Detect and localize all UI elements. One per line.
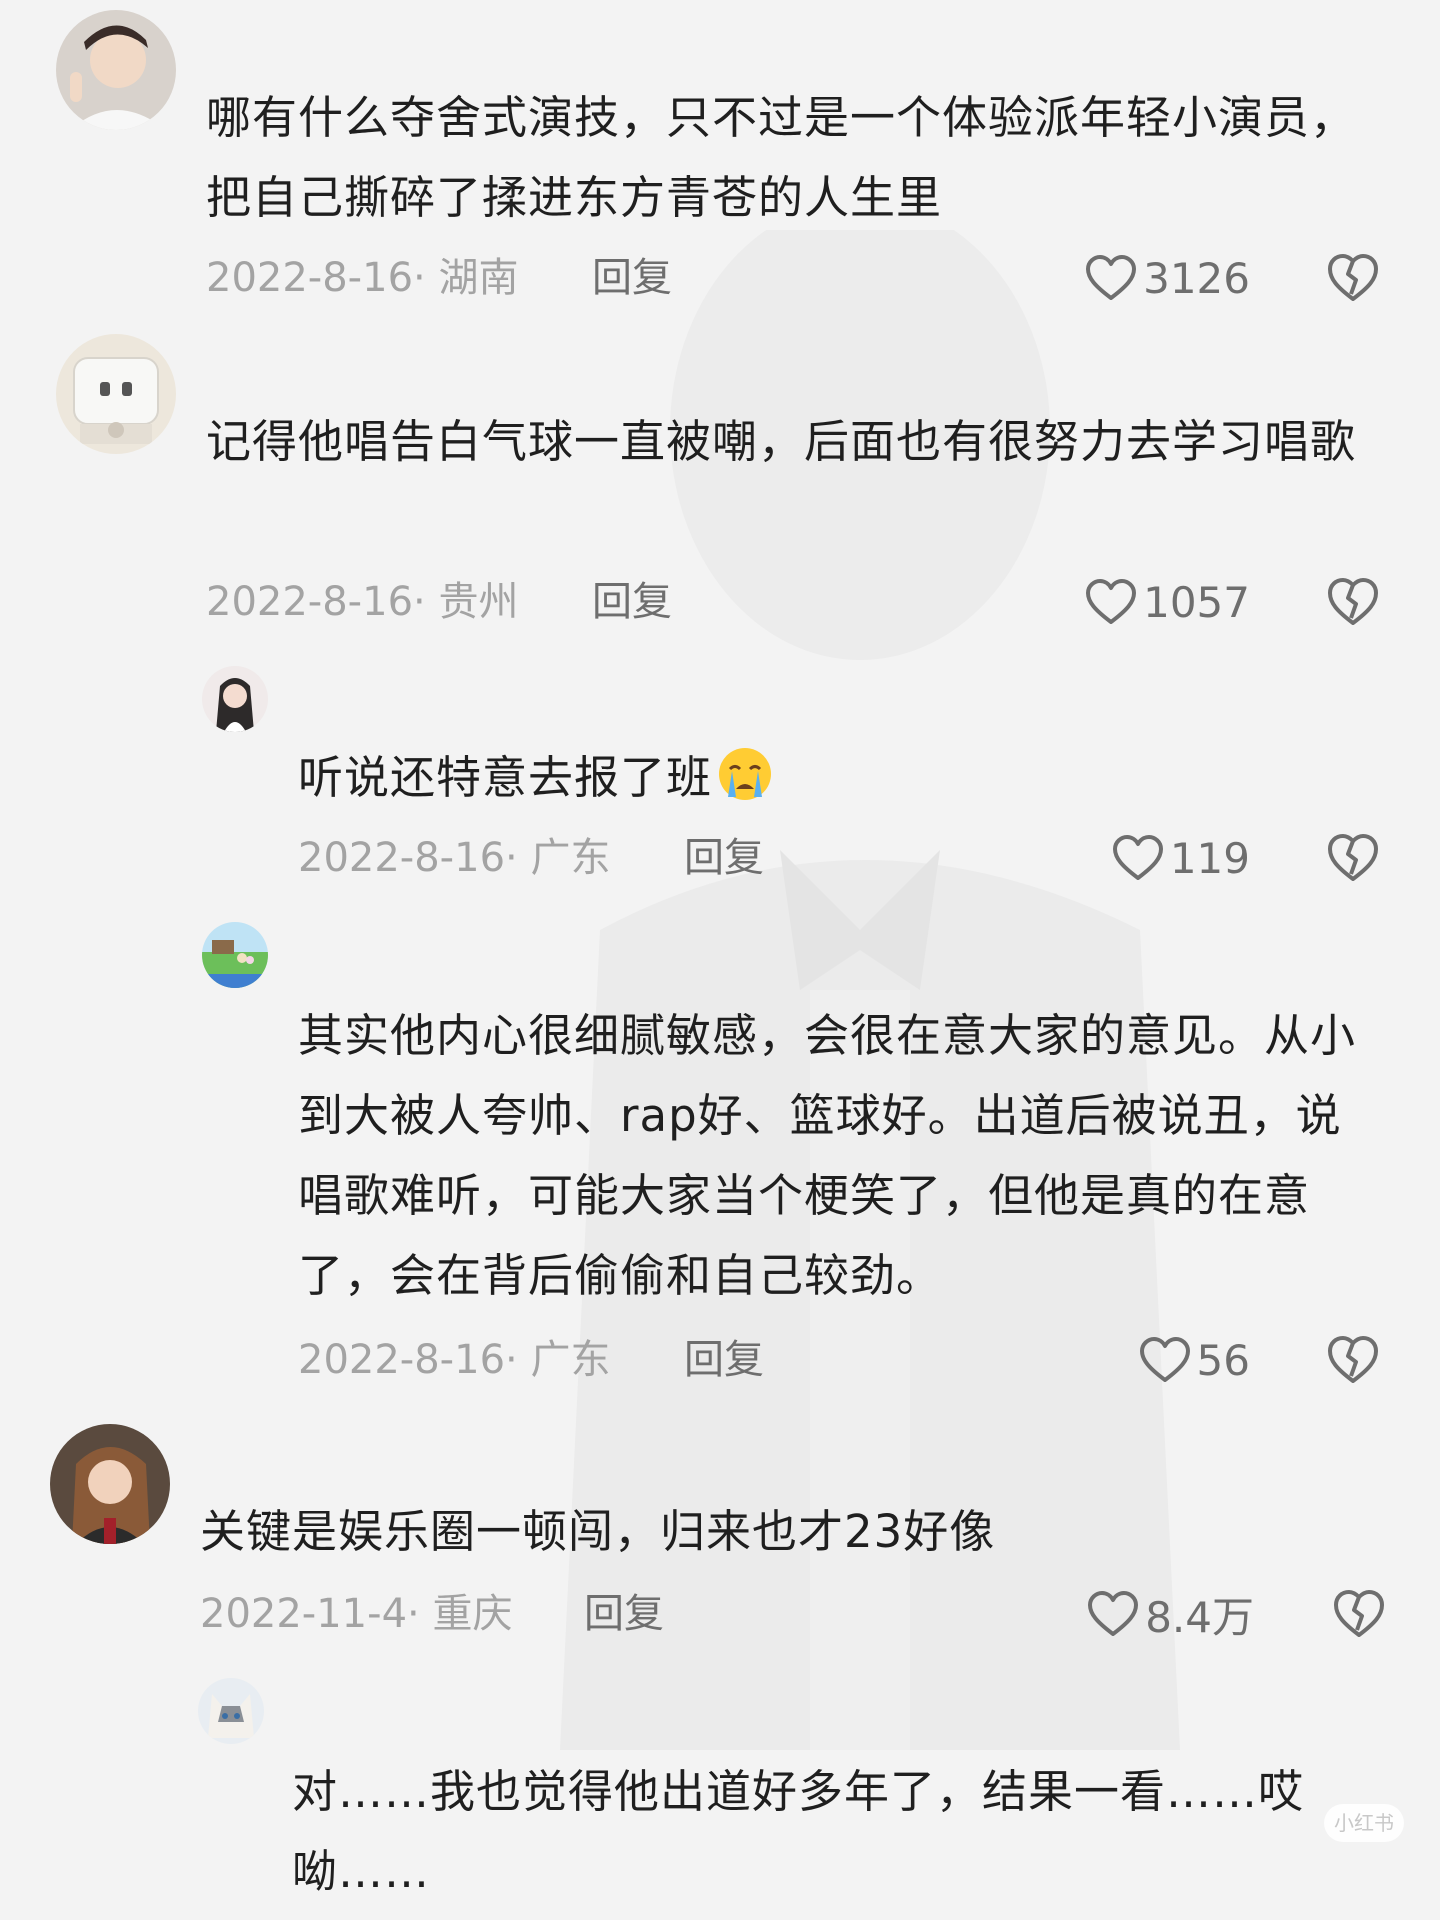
- comment-text: 对……我也觉得他出道好多年了，结果一看……哎呦……: [292, 1765, 1305, 1898]
- broken-heart-icon: [1328, 834, 1378, 881]
- broken-heart-icon: [1334, 1590, 1384, 1637]
- broken-heart-icon: [1328, 1336, 1378, 1383]
- reply-button[interactable]: 回复: [592, 572, 672, 632]
- comment-location: 广东: [530, 1337, 611, 1383]
- reply-button[interactable]: 回复: [584, 1584, 664, 1644]
- like-count: 119: [1169, 833, 1250, 883]
- broken-heart-icon: [1328, 254, 1378, 301]
- like-button[interactable]: 56: [1060, 1330, 1250, 1390]
- avatar[interactable]: [56, 334, 176, 454]
- comment-text: 哪有什么夺舍式演技，只不过是一个体验派年轻小演员，把自己撕碎了揉进东方青苍的人生…: [206, 91, 1357, 224]
- avatar[interactable]: [50, 1424, 170, 1544]
- dislike-button[interactable]: [1326, 250, 1380, 304]
- like-button[interactable]: 1057: [1060, 572, 1250, 632]
- comment-text: 听说还特意去报了班: [298, 738, 1298, 818]
- reply-button[interactable]: 回复: [684, 828, 764, 888]
- comment-location: 广东: [530, 835, 611, 881]
- comment-location: 贵州: [438, 579, 519, 625]
- comment-text: 记得他唱告白气球一直被嘲，后面也有很努力去学习唱歌: [206, 415, 1357, 468]
- comment-date: 2022-8-16: [298, 835, 506, 881]
- like-button[interactable]: 119: [1060, 828, 1250, 888]
- like-count: 8.4万: [1145, 1592, 1254, 1642]
- heart-outline-icon: [1088, 1591, 1139, 1636]
- avatar[interactable]: [198, 1678, 264, 1744]
- heart-outline-icon: [1086, 579, 1137, 624]
- comment-date: 2022-8-16: [206, 255, 414, 301]
- comment-date: 2022-11-4: [200, 1591, 408, 1637]
- comment-date: 2022-8-16: [206, 579, 414, 625]
- avatar[interactable]: [56, 10, 176, 130]
- comment-location: 重庆: [432, 1591, 513, 1637]
- like-count: 56: [1196, 1335, 1250, 1385]
- comment-meta: 2022-8-16· 广东: [298, 835, 611, 881]
- comment-text: 关键是娱乐圈一顿闯，归来也才23好像: [200, 1505, 996, 1558]
- heart-outline-icon: [1112, 835, 1163, 880]
- comment-meta: 2022-8-16· 广东: [298, 1337, 611, 1383]
- comment-meta: 2022-8-16· 贵州: [206, 579, 519, 625]
- crying-face-icon: [719, 748, 772, 800]
- like-button[interactable]: 8.4万: [1040, 1584, 1254, 1644]
- reply-button[interactable]: 回复: [592, 248, 672, 308]
- comment-location: 湖南: [438, 255, 519, 301]
- like-button[interactable]: 3126: [1060, 248, 1250, 308]
- comment-text: 其实他内心很细腻敏感，会很在意大家的意见。从小到大被人夸帅、rap好、篮球好。出…: [298, 1009, 1357, 1302]
- like-count: 1057: [1143, 577, 1250, 627]
- heart-outline-icon: [1139, 1337, 1190, 1382]
- dislike-button[interactable]: [1326, 1332, 1380, 1386]
- comment-meta: 2022-8-16· 湖南: [206, 255, 519, 301]
- comment-date: 2022-8-16: [298, 1337, 506, 1383]
- like-count: 3126: [1143, 253, 1250, 303]
- reply-button[interactable]: 回复: [684, 1330, 764, 1390]
- avatar[interactable]: [202, 922, 268, 988]
- comment-meta: 2022-11-4· 重庆: [200, 1591, 513, 1637]
- dislike-button[interactable]: [1326, 574, 1380, 628]
- dislike-button[interactable]: [1326, 830, 1380, 884]
- watermark-logo: 小红书: [1324, 1804, 1404, 1842]
- avatar[interactable]: [202, 666, 268, 732]
- dislike-button[interactable]: [1332, 1586, 1386, 1640]
- heart-outline-icon: [1086, 255, 1137, 300]
- broken-heart-icon: [1328, 578, 1378, 625]
